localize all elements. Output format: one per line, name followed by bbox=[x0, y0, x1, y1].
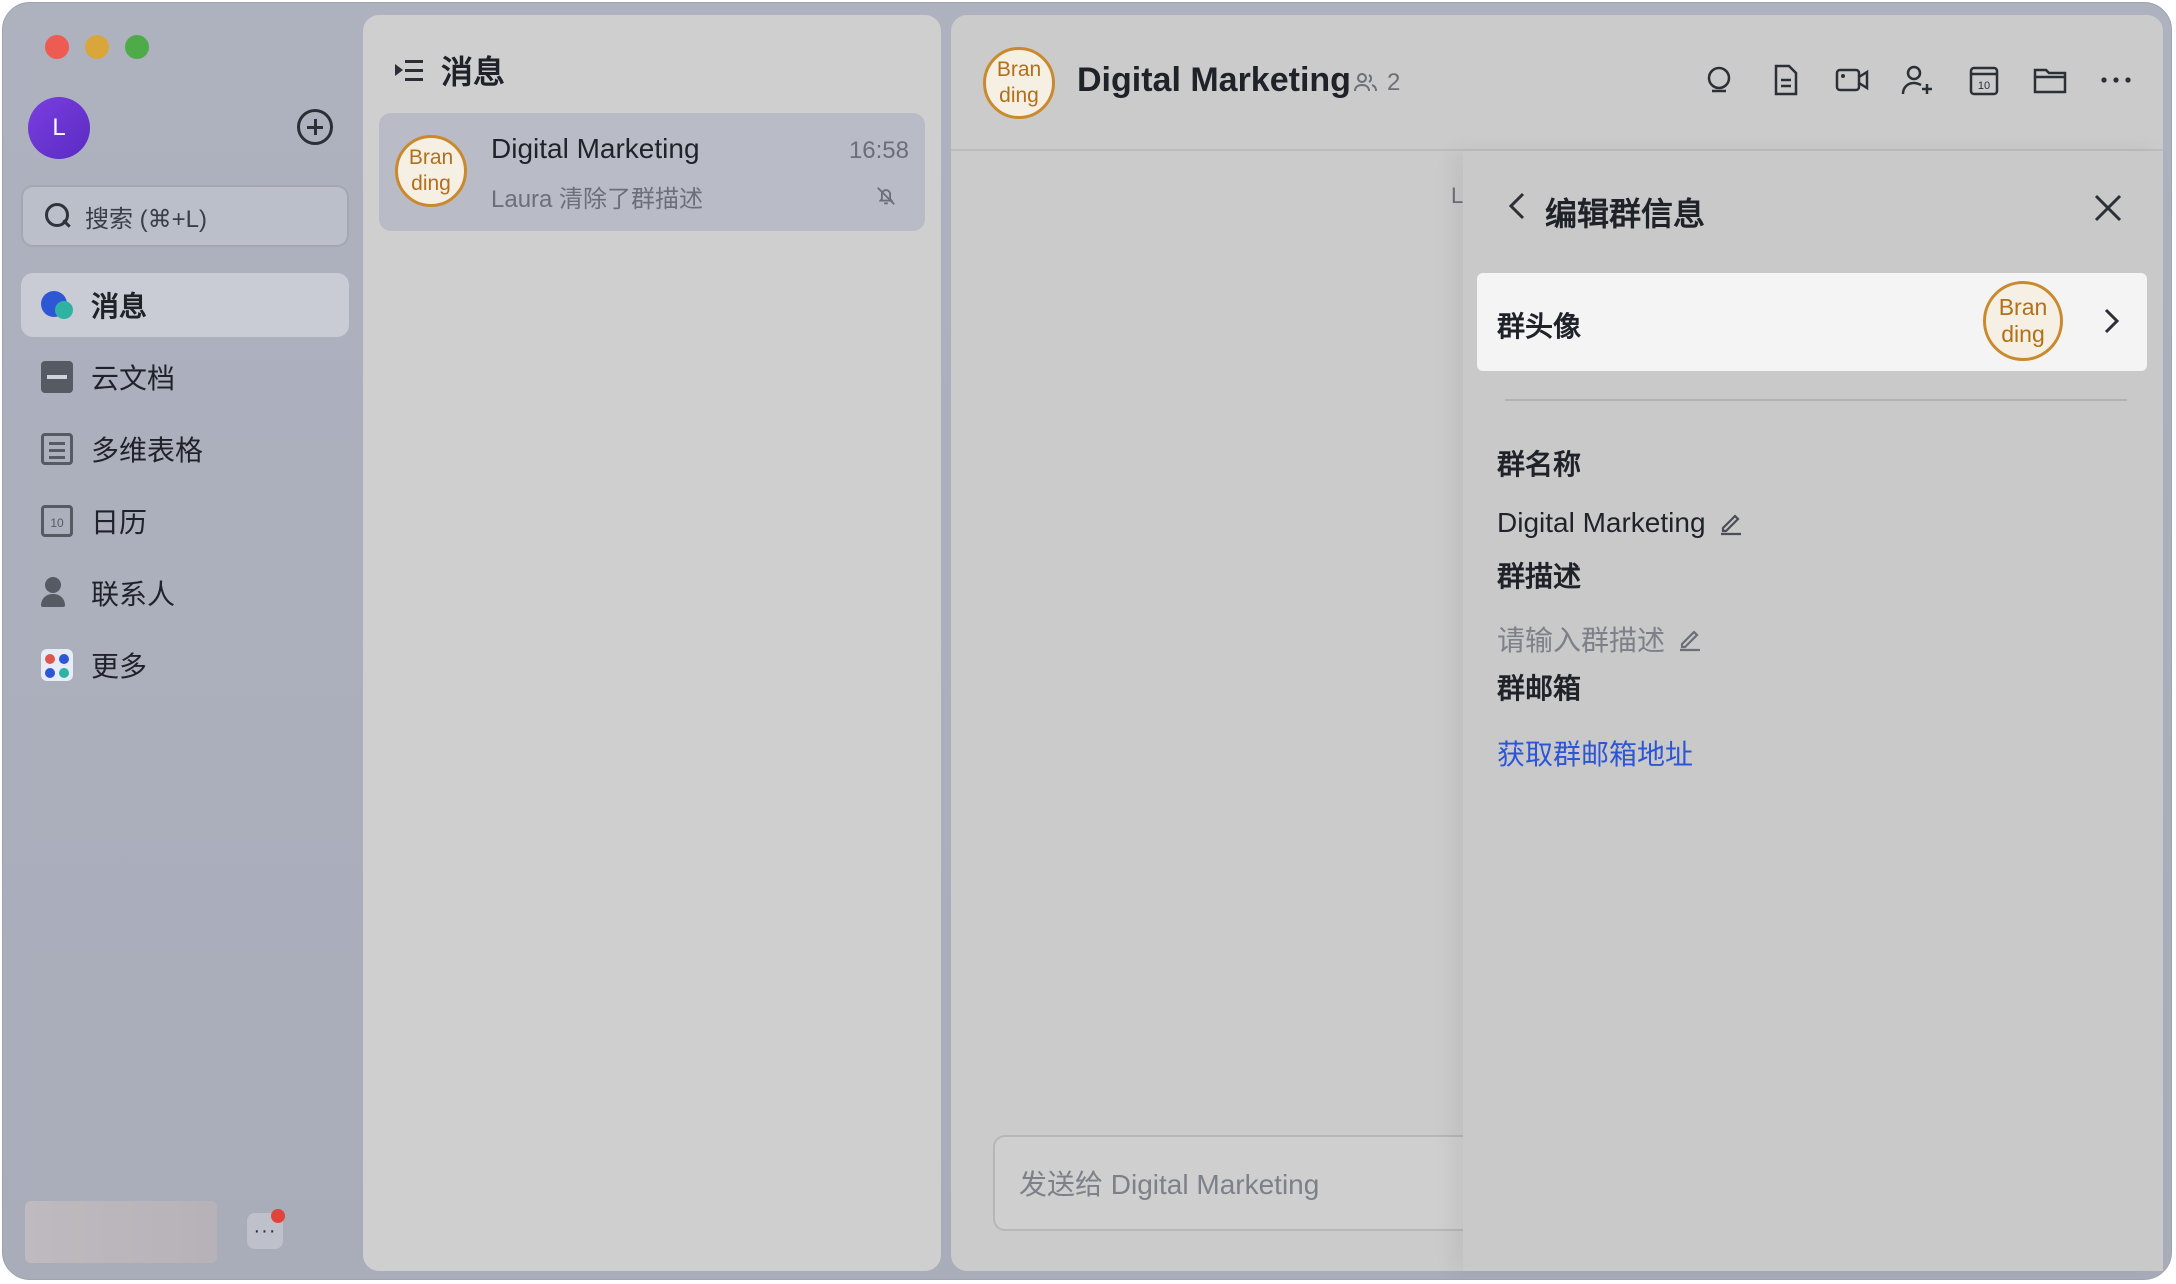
drawer-header: 编辑群信息 bbox=[1463, 151, 2163, 269]
calendar-icon[interactable]: 10 bbox=[1967, 63, 2001, 97]
avatar-text-line2: ding bbox=[2001, 321, 2045, 347]
close-icon[interactable] bbox=[2093, 193, 2123, 223]
member-count[interactable]: 2 bbox=[1353, 69, 1400, 97]
drawer-title: 编辑群信息 bbox=[1545, 196, 1706, 232]
group-avatar-preview: Bran ding bbox=[1983, 281, 2063, 361]
composer-placeholder: 发送给 Digital Marketing bbox=[1019, 1169, 1320, 1200]
group-avatar-label: 群头像 bbox=[1497, 311, 1582, 342]
get-group-mail-link[interactable]: 获取群邮箱地址 bbox=[1497, 733, 1693, 773]
bell-muted-icon bbox=[877, 187, 895, 205]
chat-header: Bran ding Digital Marketing 2 10 bbox=[951, 15, 2163, 151]
sidebar-item-label: 云文档 bbox=[91, 363, 176, 394]
group-name-field[interactable]: Digital Marketing bbox=[1497, 507, 1744, 539]
folder-icon[interactable] bbox=[2033, 63, 2067, 97]
message-icon bbox=[41, 289, 73, 321]
chat-group-avatar[interactable]: Bran ding bbox=[983, 47, 1055, 119]
collapse-menu-icon[interactable] bbox=[395, 58, 423, 82]
chat-toolbar: 10 bbox=[1703, 63, 2133, 97]
notification-dot bbox=[271, 1209, 285, 1223]
message-list-panel: 消息 Bran ding Digital Marketing Laura 清除了… bbox=[363, 15, 941, 1271]
chevron-right-icon bbox=[2104, 308, 2120, 334]
member-count-value: 2 bbox=[1387, 69, 1401, 96]
search-placeholder: 搜索 (⌘+L) bbox=[85, 205, 208, 233]
avatar-text-line1: Bran bbox=[996, 58, 1042, 81]
cloud-doc-icon bbox=[41, 361, 73, 393]
sidebar-item-label: 多维表格 bbox=[91, 435, 204, 466]
chevron-left-icon[interactable] bbox=[1505, 191, 1529, 221]
group-avatar: Bran ding bbox=[395, 135, 467, 207]
members-icon bbox=[1354, 73, 1377, 92]
search-icon[interactable] bbox=[1703, 63, 1737, 97]
group-avatar-setting[interactable]: 群头像 Bran ding bbox=[1477, 273, 2147, 371]
edit-group-info-drawer: 编辑群信息 群头像 Bran ding 群名称 Digital Marketin… bbox=[1463, 151, 2163, 1271]
window-controls bbox=[45, 35, 149, 59]
avatar-text-line1: Bran bbox=[1998, 294, 2048, 320]
sidebar-item-base[interactable]: 多维表格 bbox=[21, 417, 349, 481]
avatar-text-line1: Bran bbox=[408, 146, 454, 169]
user-avatar-letter: L bbox=[52, 114, 66, 141]
video-icon[interactable] bbox=[1835, 63, 1869, 97]
sidebar-item-calendar[interactable]: 10 日历 bbox=[21, 489, 349, 553]
app-window: L 搜索 (⌘+L) 消息 云文档 多维表格 10 日历 联系人 更多 ··· … bbox=[2, 2, 2172, 1280]
user-avatar[interactable]: L bbox=[28, 97, 90, 159]
group-desc-label: 群描述 bbox=[1497, 561, 1582, 592]
chat-title[interactable]: Digital Marketing bbox=[1077, 61, 1351, 100]
conversation-name: Digital Marketing bbox=[491, 133, 700, 164]
conversation-preview: Laura 清除了群描述 bbox=[491, 186, 704, 213]
sidebar-item-label: 日历 bbox=[91, 507, 148, 538]
group-name-value: Digital Marketing bbox=[1497, 507, 1706, 538]
create-new-button[interactable] bbox=[297, 109, 333, 145]
edit-pencil-icon[interactable] bbox=[1677, 626, 1703, 652]
system-message-fragment: L bbox=[1451, 183, 1464, 208]
sidebar-item-more[interactable]: 更多 bbox=[21, 633, 349, 697]
avatar-text-line2: ding bbox=[999, 84, 1039, 107]
base-table-icon bbox=[41, 433, 73, 465]
calendar-day: 10 bbox=[1978, 80, 1990, 92]
sidebar-item-label: 更多 bbox=[91, 651, 148, 682]
minimize-window-button[interactable] bbox=[85, 35, 109, 59]
close-window-button[interactable] bbox=[45, 35, 69, 59]
more-icon[interactable] bbox=[2099, 63, 2133, 97]
more-apps-icon bbox=[41, 649, 73, 681]
zoom-window-button[interactable] bbox=[125, 35, 149, 59]
sidebar: L 搜索 (⌘+L) 消息 云文档 多维表格 10 日历 联系人 更多 ··· bbox=[3, 3, 363, 1279]
search-icon bbox=[45, 203, 71, 229]
blurred-status-area bbox=[25, 1201, 217, 1263]
conversation-time: 16:58 bbox=[848, 137, 909, 164]
sidebar-item-label: 消息 bbox=[91, 291, 148, 322]
search-input[interactable]: 搜索 (⌘+L) bbox=[21, 185, 349, 247]
sidebar-item-messages[interactable]: 消息 bbox=[21, 273, 349, 337]
group-desc-placeholder: 请输入群描述 bbox=[1497, 625, 1666, 656]
conversation-item[interactable]: Bran ding Digital Marketing Laura 清除了群描述… bbox=[379, 113, 925, 231]
group-desc-field[interactable]: 请输入群描述 bbox=[1497, 619, 1703, 659]
doc-icon[interactable] bbox=[1769, 63, 1803, 97]
sidebar-item-label: 联系人 bbox=[91, 579, 176, 610]
edit-pencil-icon[interactable] bbox=[1718, 510, 1744, 536]
sidebar-item-contacts[interactable]: 联系人 bbox=[21, 561, 349, 625]
message-list-title: 消息 bbox=[441, 54, 506, 90]
sidebar-item-docs[interactable]: 云文档 bbox=[21, 345, 349, 409]
group-name-label: 群名称 bbox=[1497, 449, 1582, 480]
sidebar-nav: 消息 云文档 多维表格 10 日历 联系人 更多 bbox=[21, 273, 349, 705]
message-list-header: 消息 bbox=[395, 47, 505, 93]
divider bbox=[1505, 399, 2127, 401]
avatar-text-line2: ding bbox=[411, 172, 451, 195]
contacts-icon bbox=[41, 577, 73, 609]
calendar-icon: 10 bbox=[41, 505, 73, 537]
group-mail-label: 群邮箱 bbox=[1497, 673, 1582, 704]
add-member-icon[interactable] bbox=[1901, 63, 1935, 97]
